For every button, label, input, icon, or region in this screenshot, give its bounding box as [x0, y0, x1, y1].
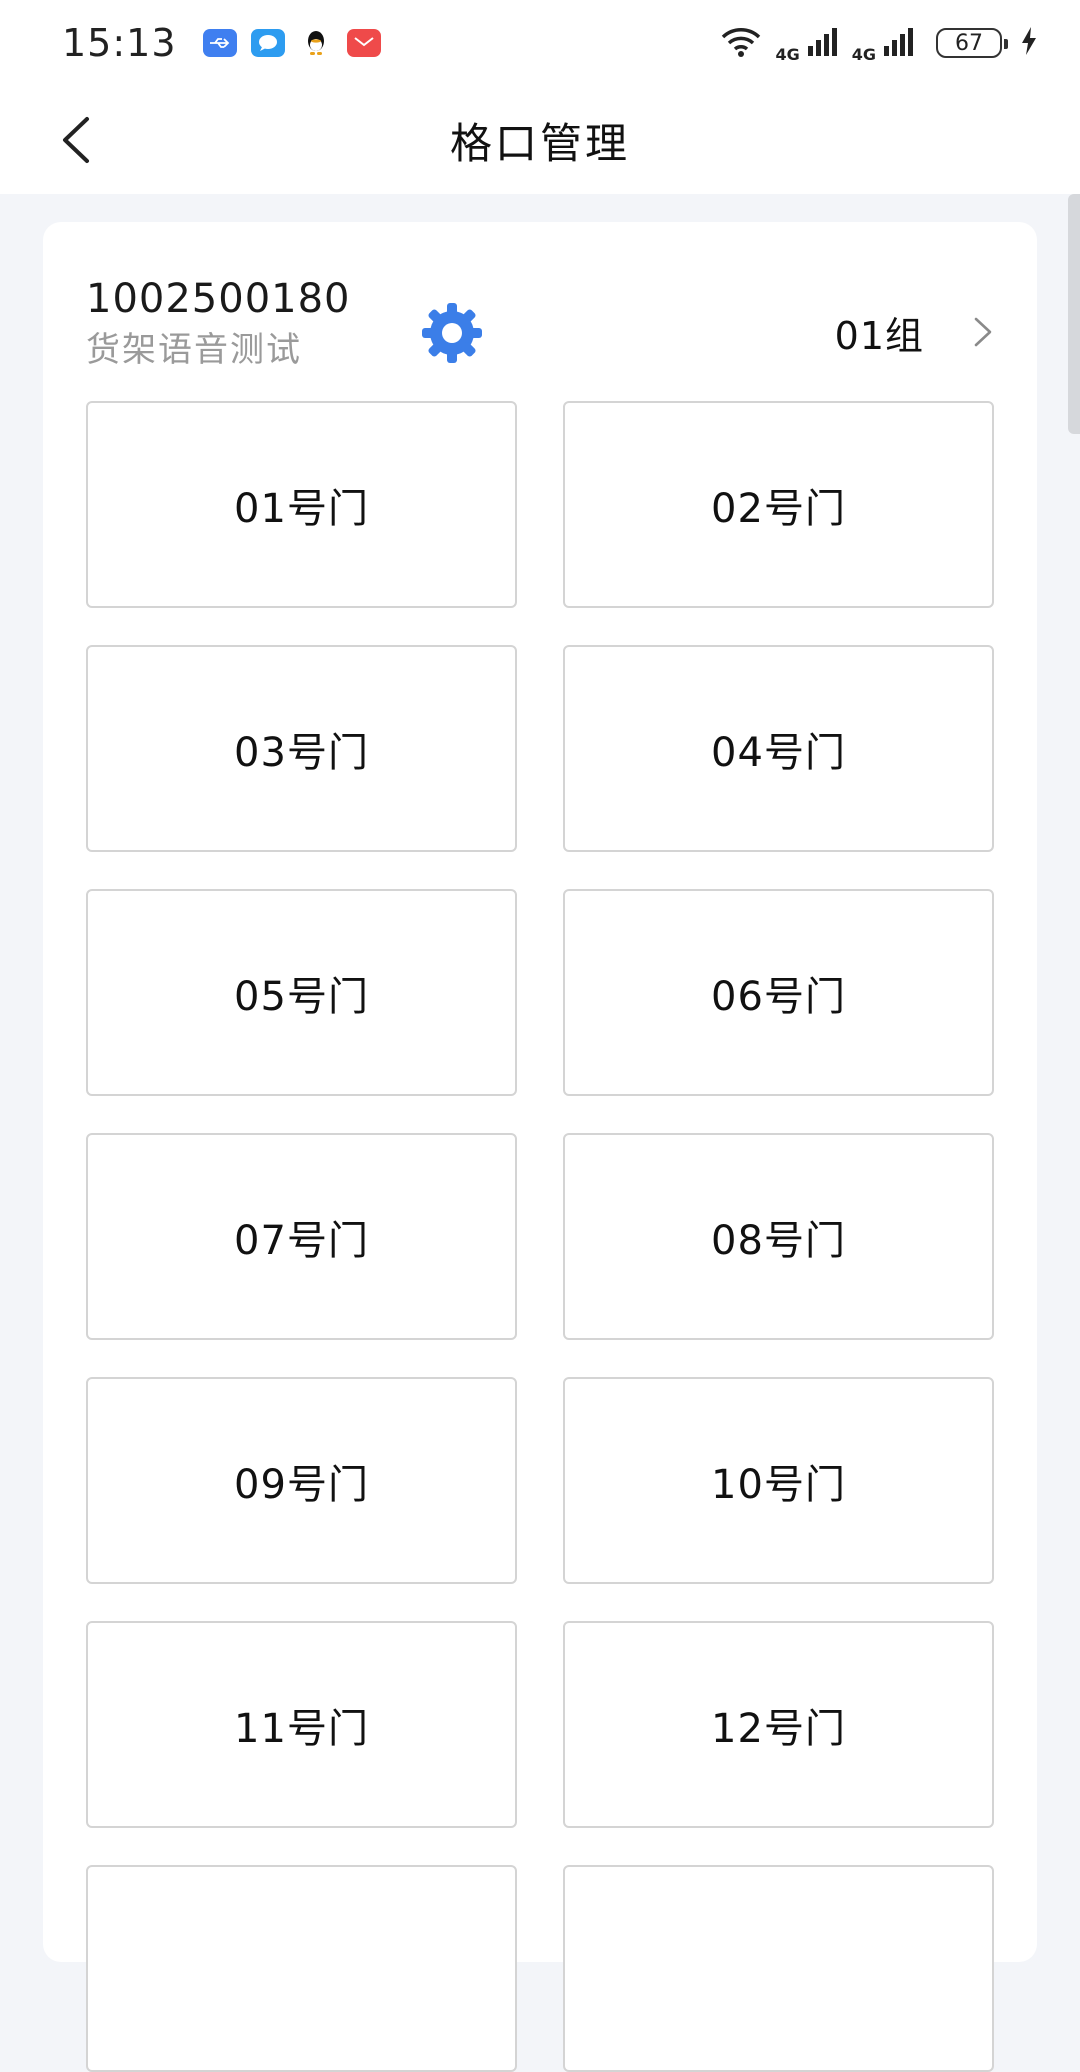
- signal-2-icon: [882, 26, 916, 60]
- door-cell[interactable]: 07号门: [86, 1133, 517, 1340]
- device-row: 1002500180 货架语音测试 01组: [86, 252, 994, 370]
- door-cell[interactable]: 10号门: [563, 1377, 994, 1584]
- door-cell[interactable]: 06号门: [563, 889, 994, 1096]
- device-name: 货架语音测试: [86, 330, 302, 370]
- group-selector[interactable]: 01组: [835, 302, 994, 362]
- signal-2-label: 4G: [851, 44, 876, 64]
- door-cell[interactable]: 01号门: [86, 401, 517, 608]
- battery-indicator: 67: [936, 28, 1008, 58]
- status-bar: 15:13 4G 4G 67: [0, 0, 1080, 86]
- door-cell[interactable]: 05号门: [86, 889, 517, 1096]
- chevron-left-icon: [63, 117, 89, 163]
- header: 格口管理: [0, 86, 1080, 194]
- signal-1-label: 4G: [775, 44, 800, 64]
- door-cell[interactable]: 04号门: [563, 645, 994, 852]
- scrollbar[interactable]: [1068, 194, 1080, 434]
- qq-icon: [299, 29, 333, 57]
- door-cell[interactable]: 08号门: [563, 1133, 994, 1340]
- message-icon: [250, 29, 285, 57]
- status-right: 4G 4G 67: [719, 23, 1038, 64]
- door-grid: 01号门 02号门 03号门 04号门 05号门 06号门 07号门 08号门 …: [86, 401, 994, 2072]
- charging-icon: [1020, 26, 1038, 60]
- door-cell[interactable]: [86, 1865, 517, 2072]
- status-time: 15:13: [62, 21, 177, 65]
- chevron-right-icon: [974, 317, 992, 347]
- door-cell[interactable]: 12号门: [563, 1621, 994, 1828]
- signal-1-icon: [806, 26, 840, 60]
- door-cell[interactable]: [563, 1865, 994, 2072]
- wifi-icon: [719, 25, 763, 61]
- mail-icon: [346, 29, 381, 57]
- page-title: 格口管理: [449, 118, 630, 168]
- battery-level: 67: [955, 30, 983, 56]
- door-cell[interactable]: 11号门: [86, 1621, 517, 1828]
- group-label: 01组: [834, 313, 924, 358]
- device-id: 1002500180: [86, 276, 351, 322]
- device-card: 1002500180 货架语音测试 01组 01号门 02号门 03号门 04号…: [43, 222, 1037, 2072]
- back-button[interactable]: [40, 108, 110, 172]
- status-left: 15:13: [62, 21, 381, 65]
- gear-icon: [422, 303, 482, 363]
- door-cell[interactable]: 09号门: [86, 1377, 517, 1584]
- door-cell[interactable]: 03号门: [86, 645, 517, 852]
- settings-button[interactable]: [416, 297, 488, 369]
- door-cell[interactable]: 02号门: [563, 401, 994, 608]
- usb-debug-icon: [202, 29, 237, 57]
